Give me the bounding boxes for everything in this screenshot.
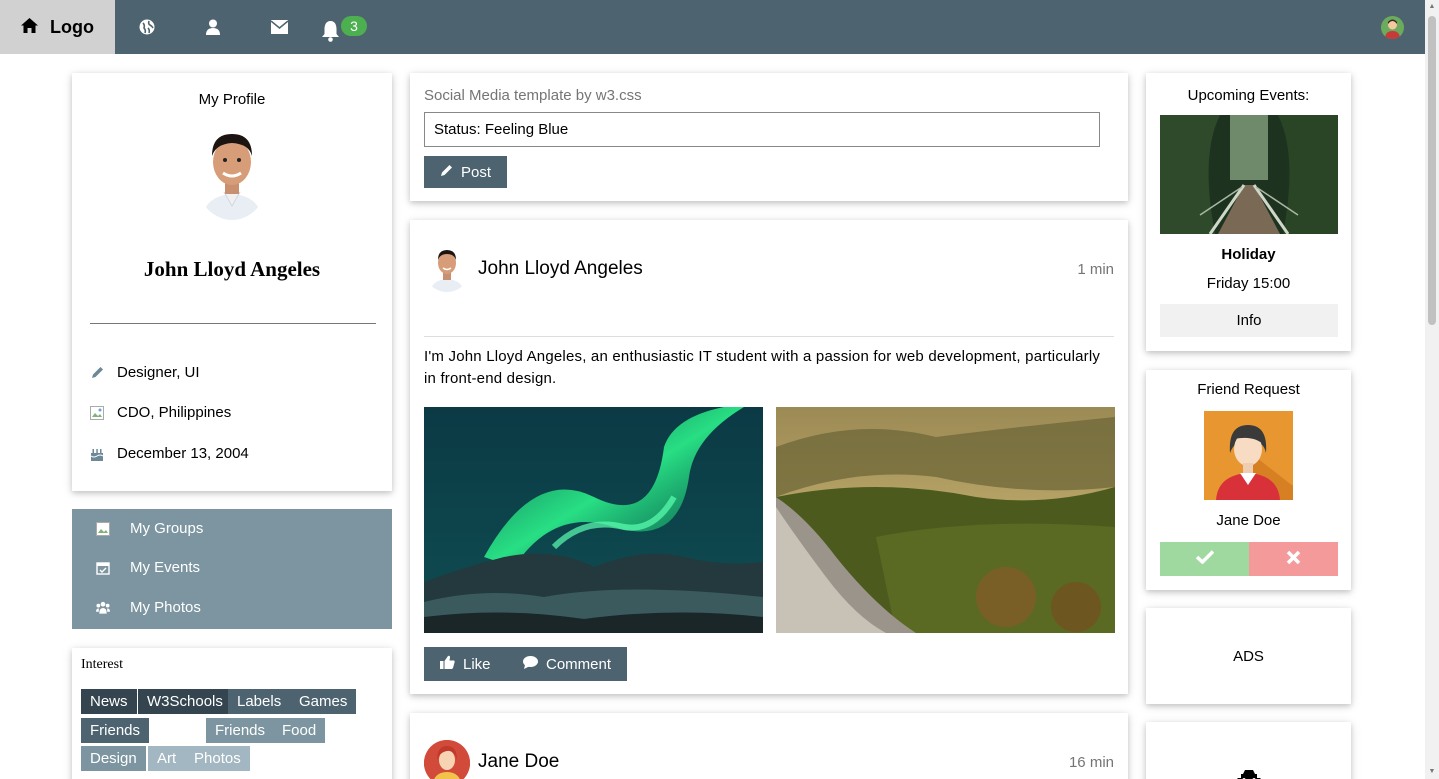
groups-icon [96,521,110,536]
event-info-button[interactable]: Info [1160,304,1338,337]
profile-divider [90,323,376,324]
comment-button-label: Comment [546,655,612,673]
logo-label: Logo [50,16,94,37]
post-time: 16 min [1068,754,1114,771]
bell-icon[interactable] [317,18,343,44]
scrollbar-thumb[interactable] [1428,16,1436,325]
logo-link[interactable]: Logo [0,0,115,54]
interest-tag[interactable]: Friends [206,718,275,743]
profile-location: CDO, Philippines [90,404,231,421]
notification-badge: 3 [341,16,367,36]
check-icon [1195,550,1214,568]
interest-tag[interactable]: Labels [228,689,291,714]
my-events-label: My Events [130,559,201,576]
pencil-icon [90,366,104,380]
scroll-down-icon[interactable]: ▼ [1428,768,1436,776]
my-photos-button[interactable]: My Photos [96,599,201,616]
home-icon [21,17,38,38]
close-icon [1286,550,1301,569]
profile-card: My Profile John Lloyd Angeles Designer, … [72,73,392,491]
post-author-avatar [424,246,470,292]
interest-tag[interactable]: W3Schools [138,689,232,714]
interest-tag[interactable]: Art [148,746,186,771]
bug-icon [1234,764,1264,779]
users-icon [96,601,110,615]
decline-button[interactable] [1249,542,1338,576]
interest-tag[interactable]: Food [273,718,326,743]
my-groups-button[interactable]: My Groups [96,520,203,537]
events-heading: Upcoming Events: [1187,87,1310,104]
friend-request-heading: Friend Request [1197,381,1300,398]
interest-card: Interest News W3Schools Labels Games Fri… [72,648,392,779]
top-navbar: Logo 3 [0,0,1425,54]
ads-label: ADS [1233,647,1264,665]
post-author-name: Jane Doe [478,751,560,772]
interest-tag[interactable]: News [81,689,137,714]
calendar-icon [96,561,110,575]
my-groups-label: My Groups [130,520,204,537]
friend-avatar [1204,411,1293,500]
profile-job: Designer, UI [90,364,200,381]
profile-birthday-text: December 13, 2004 [117,445,249,462]
interest-tag[interactable]: Friends [81,718,150,743]
ads-card: ADS [1146,608,1351,704]
accordion-menu: My Groups My Events My Photos [72,509,392,629]
post-divider [424,336,1114,337]
interest-title: Interest [81,657,123,672]
profile-location-text: CDO, Philippines [117,404,232,421]
profile-avatar [194,126,270,220]
thumbs-up-icon [440,655,455,673]
post-author-avatar [424,740,470,779]
globe-icon[interactable] [134,14,160,40]
events-card: Upcoming Events: Holiday Friday 15:00 In… [1146,73,1351,351]
post-text: I'm John Lloyd Angeles, an enthusiastic … [424,348,1101,387]
friend-request-card: Friend Request Jane Doe [1146,370,1351,590]
scroll-up-icon[interactable]: ▲ [1428,3,1436,11]
event-date: Friday 15:00 [1206,275,1291,292]
birthday-cake-icon [90,447,104,461]
post-time: 1 min [1077,261,1114,278]
avatar[interactable] [1381,16,1404,39]
profile-birthday: December 13, 2004 [90,445,249,462]
profile-job-text: Designer, UI [117,364,200,381]
my-photos-label: My Photos [130,599,201,616]
profile-name: John Lloyd Angeles [143,257,321,281]
location-icon [90,405,104,420]
envelope-icon[interactable] [266,14,292,40]
event-name: Holiday [1221,246,1276,263]
post-photo-aurora [424,407,763,633]
event-image [1160,115,1338,234]
status-card: Social Media template by w3.css Status: … [410,73,1128,201]
bug-card [1146,722,1351,779]
post-card: Jane Doe 16 min [410,713,1128,779]
profile-heading: My Profile [198,91,266,108]
interest-tag[interactable]: Design [81,746,146,771]
pencil-icon [440,164,453,181]
status-subtitle: Social Media template by w3.css [424,87,642,104]
interest-tag[interactable]: Photos [185,746,250,771]
interest-tag[interactable]: Games [290,689,357,714]
post-card: John Lloyd Angeles 1 min I'm John Lloyd … [410,220,1128,694]
post-photo-forest [776,407,1115,633]
comment-button[interactable]: Comment [507,647,628,681]
my-events-button[interactable]: My Events [96,559,200,576]
like-button[interactable]: Like [424,647,507,681]
comment-icon [523,655,538,673]
status-input[interactable]: Status: Feeling Blue [424,112,1100,147]
like-button-label: Like [463,655,491,673]
post-button-label: Post [461,163,492,181]
user-icon[interactable] [200,14,226,40]
friend-name: Jane Doe [1216,512,1281,529]
accept-button[interactable] [1160,542,1249,576]
post-author-name: John Lloyd Angeles [478,258,643,279]
post-button[interactable]: Post [424,156,508,188]
